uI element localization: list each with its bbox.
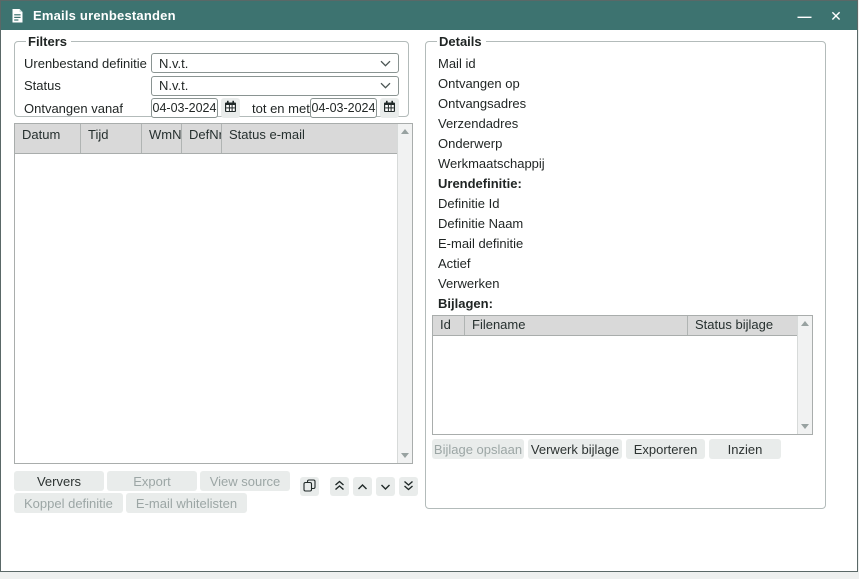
detail-label-definitie-id: Definitie Id xyxy=(435,194,816,214)
column-header-wmnr[interactable]: WmNr xyxy=(142,124,182,153)
bijlage-opslaan-button[interactable]: Bijlage opslaan xyxy=(432,439,524,459)
urenbestand-definitie-label: Urenbestand definitie xyxy=(24,56,151,71)
left-actions: Ververs Export View source Koppel defini… xyxy=(14,471,418,515)
navigation-iconbar xyxy=(300,477,418,496)
detail-label-onderwerp: Onderwerp xyxy=(435,134,816,154)
scroll-up-icon[interactable] xyxy=(401,129,409,134)
column-header-status-bijlage[interactable]: Status bijlage xyxy=(688,316,797,335)
detail-label-actief: Actief xyxy=(435,254,816,274)
ververs-button[interactable]: Ververs xyxy=(14,471,104,491)
status-select[interactable]: N.v.t. xyxy=(151,76,399,96)
chevron-down-icon xyxy=(380,60,391,67)
attachments-table-header: Id Filename Status bijlage xyxy=(433,316,797,336)
chevron-up-icon xyxy=(357,479,368,494)
chevron-down-icon xyxy=(380,82,391,89)
emails-urenbestanden-window: Emails urenbestanden — ✕ Filters Urenbes… xyxy=(0,0,858,572)
exporteren-button[interactable]: Exporteren xyxy=(626,439,705,459)
attachments-table: Id Filename Status bijlage xyxy=(432,315,813,435)
ontvangen-vanaf-label: Ontvangen vanaf xyxy=(24,101,151,116)
emails-table-body xyxy=(15,154,397,463)
detail-label-email-definitie: E-mail definitie xyxy=(435,234,816,254)
detail-label-verwerken: Verwerken xyxy=(435,274,816,294)
status-value: N.v.t. xyxy=(159,78,188,93)
scroll-down-icon[interactable] xyxy=(801,424,809,429)
detail-label-verzendadres: Verzendadres xyxy=(435,114,816,134)
filter-row-definitie: Urenbestand definitie N.v.t. xyxy=(24,53,399,73)
move-up-button[interactable] xyxy=(353,477,372,496)
detail-label-ontvangsadres: Ontvangsadres xyxy=(435,94,816,114)
scroll-up-icon[interactable] xyxy=(801,321,809,326)
column-header-filename[interactable]: Filename xyxy=(465,316,688,335)
column-header-id[interactable]: Id xyxy=(433,316,465,335)
emails-table: Datum Tijd WmNr DefNr Status e-mail xyxy=(14,123,413,464)
detail-label-ontvangen-op: Ontvangen op xyxy=(435,74,816,94)
double-chevron-up-icon xyxy=(334,479,345,494)
scroll-top-button[interactable] xyxy=(330,477,349,496)
filters-legend: Filters xyxy=(26,34,71,49)
urenbestand-definitie-select[interactable]: N.v.t. xyxy=(151,53,399,73)
status-label: Status xyxy=(24,78,151,93)
date-from-calendar-button[interactable] xyxy=(221,98,240,118)
attachment-actions: Bijlage opslaan Verwerk bijlage Exporter… xyxy=(432,439,816,459)
close-button[interactable]: ✕ xyxy=(827,9,845,23)
emails-table-header: Datum Tijd WmNr DefNr Status e-mail xyxy=(15,124,397,154)
export-button[interactable]: Export xyxy=(107,471,197,491)
window-title: Emails urenbestanden xyxy=(33,8,176,23)
double-chevron-down-icon xyxy=(403,479,414,494)
verwerk-bijlage-button[interactable]: Verwerk bijlage xyxy=(528,439,622,459)
scroll-bottom-button[interactable] xyxy=(399,477,418,496)
detail-label-bijlagen: Bijlagen: xyxy=(435,294,816,314)
column-header-tijd[interactable]: Tijd xyxy=(81,124,142,153)
column-header-datum[interactable]: Datum xyxy=(15,124,81,153)
document-icon xyxy=(11,8,25,24)
attachments-table-main: Id Filename Status bijlage xyxy=(433,316,797,434)
minimize-button[interactable]: — xyxy=(795,9,813,23)
koppel-definitie-button[interactable]: Koppel definitie xyxy=(14,493,123,513)
calendar-icon xyxy=(224,100,237,116)
scroll-down-icon[interactable] xyxy=(401,453,409,458)
date-to-group xyxy=(310,98,399,118)
window-controls: — ✕ xyxy=(795,9,845,23)
filter-row-dates: Ontvangen vanaf tot en met xyxy=(24,98,399,118)
date-from-input[interactable] xyxy=(151,98,218,118)
email-whitelisten-button[interactable]: E-mail whitelisten xyxy=(126,493,247,513)
attachments-table-body xyxy=(433,336,797,434)
calendar-icon xyxy=(383,100,396,116)
column-header-defnr[interactable]: DefNr xyxy=(182,124,222,153)
date-to-input[interactable] xyxy=(310,98,377,118)
urenbestand-definitie-value: N.v.t. xyxy=(159,56,188,71)
chevron-down-icon xyxy=(380,479,391,494)
details-fields: Mail id Ontvangen op Ontvangsadres Verze… xyxy=(435,54,816,314)
detail-label-werkmaatschappij: Werkmaatschappij xyxy=(435,154,816,174)
titlebar: Emails urenbestanden — ✕ xyxy=(1,1,857,30)
left-actions-row2: Koppel definitie E-mail whitelisten xyxy=(14,493,418,513)
tot-en-met-label: tot en met xyxy=(252,101,310,116)
move-down-button[interactable] xyxy=(376,477,395,496)
copy-button[interactable] xyxy=(300,477,319,496)
details-groupbox: Details Mail id Ontvangen op Ontvangsadr… xyxy=(425,34,826,509)
detail-label-mail-id: Mail id xyxy=(435,54,816,74)
attachments-table-scrollbar[interactable] xyxy=(797,316,812,434)
filter-row-status: Status N.v.t. xyxy=(24,76,399,96)
filters-groupbox: Filters Urenbestand definitie N.v.t. Sta… xyxy=(14,34,409,117)
emails-table-scrollbar[interactable] xyxy=(397,124,412,463)
copy-icon xyxy=(303,479,316,495)
date-to-calendar-button[interactable] xyxy=(380,98,399,118)
detail-label-definitie-naam: Definitie Naam xyxy=(435,214,816,234)
emails-table-main: Datum Tijd WmNr DefNr Status e-mail xyxy=(15,124,397,463)
column-header-status-email[interactable]: Status e-mail xyxy=(222,124,397,153)
detail-label-urendefinitie: Urendefinitie: xyxy=(435,174,816,194)
details-legend: Details xyxy=(437,34,486,49)
view-source-button[interactable]: View source xyxy=(200,471,290,491)
inzien-button[interactable]: Inzien xyxy=(709,439,781,459)
